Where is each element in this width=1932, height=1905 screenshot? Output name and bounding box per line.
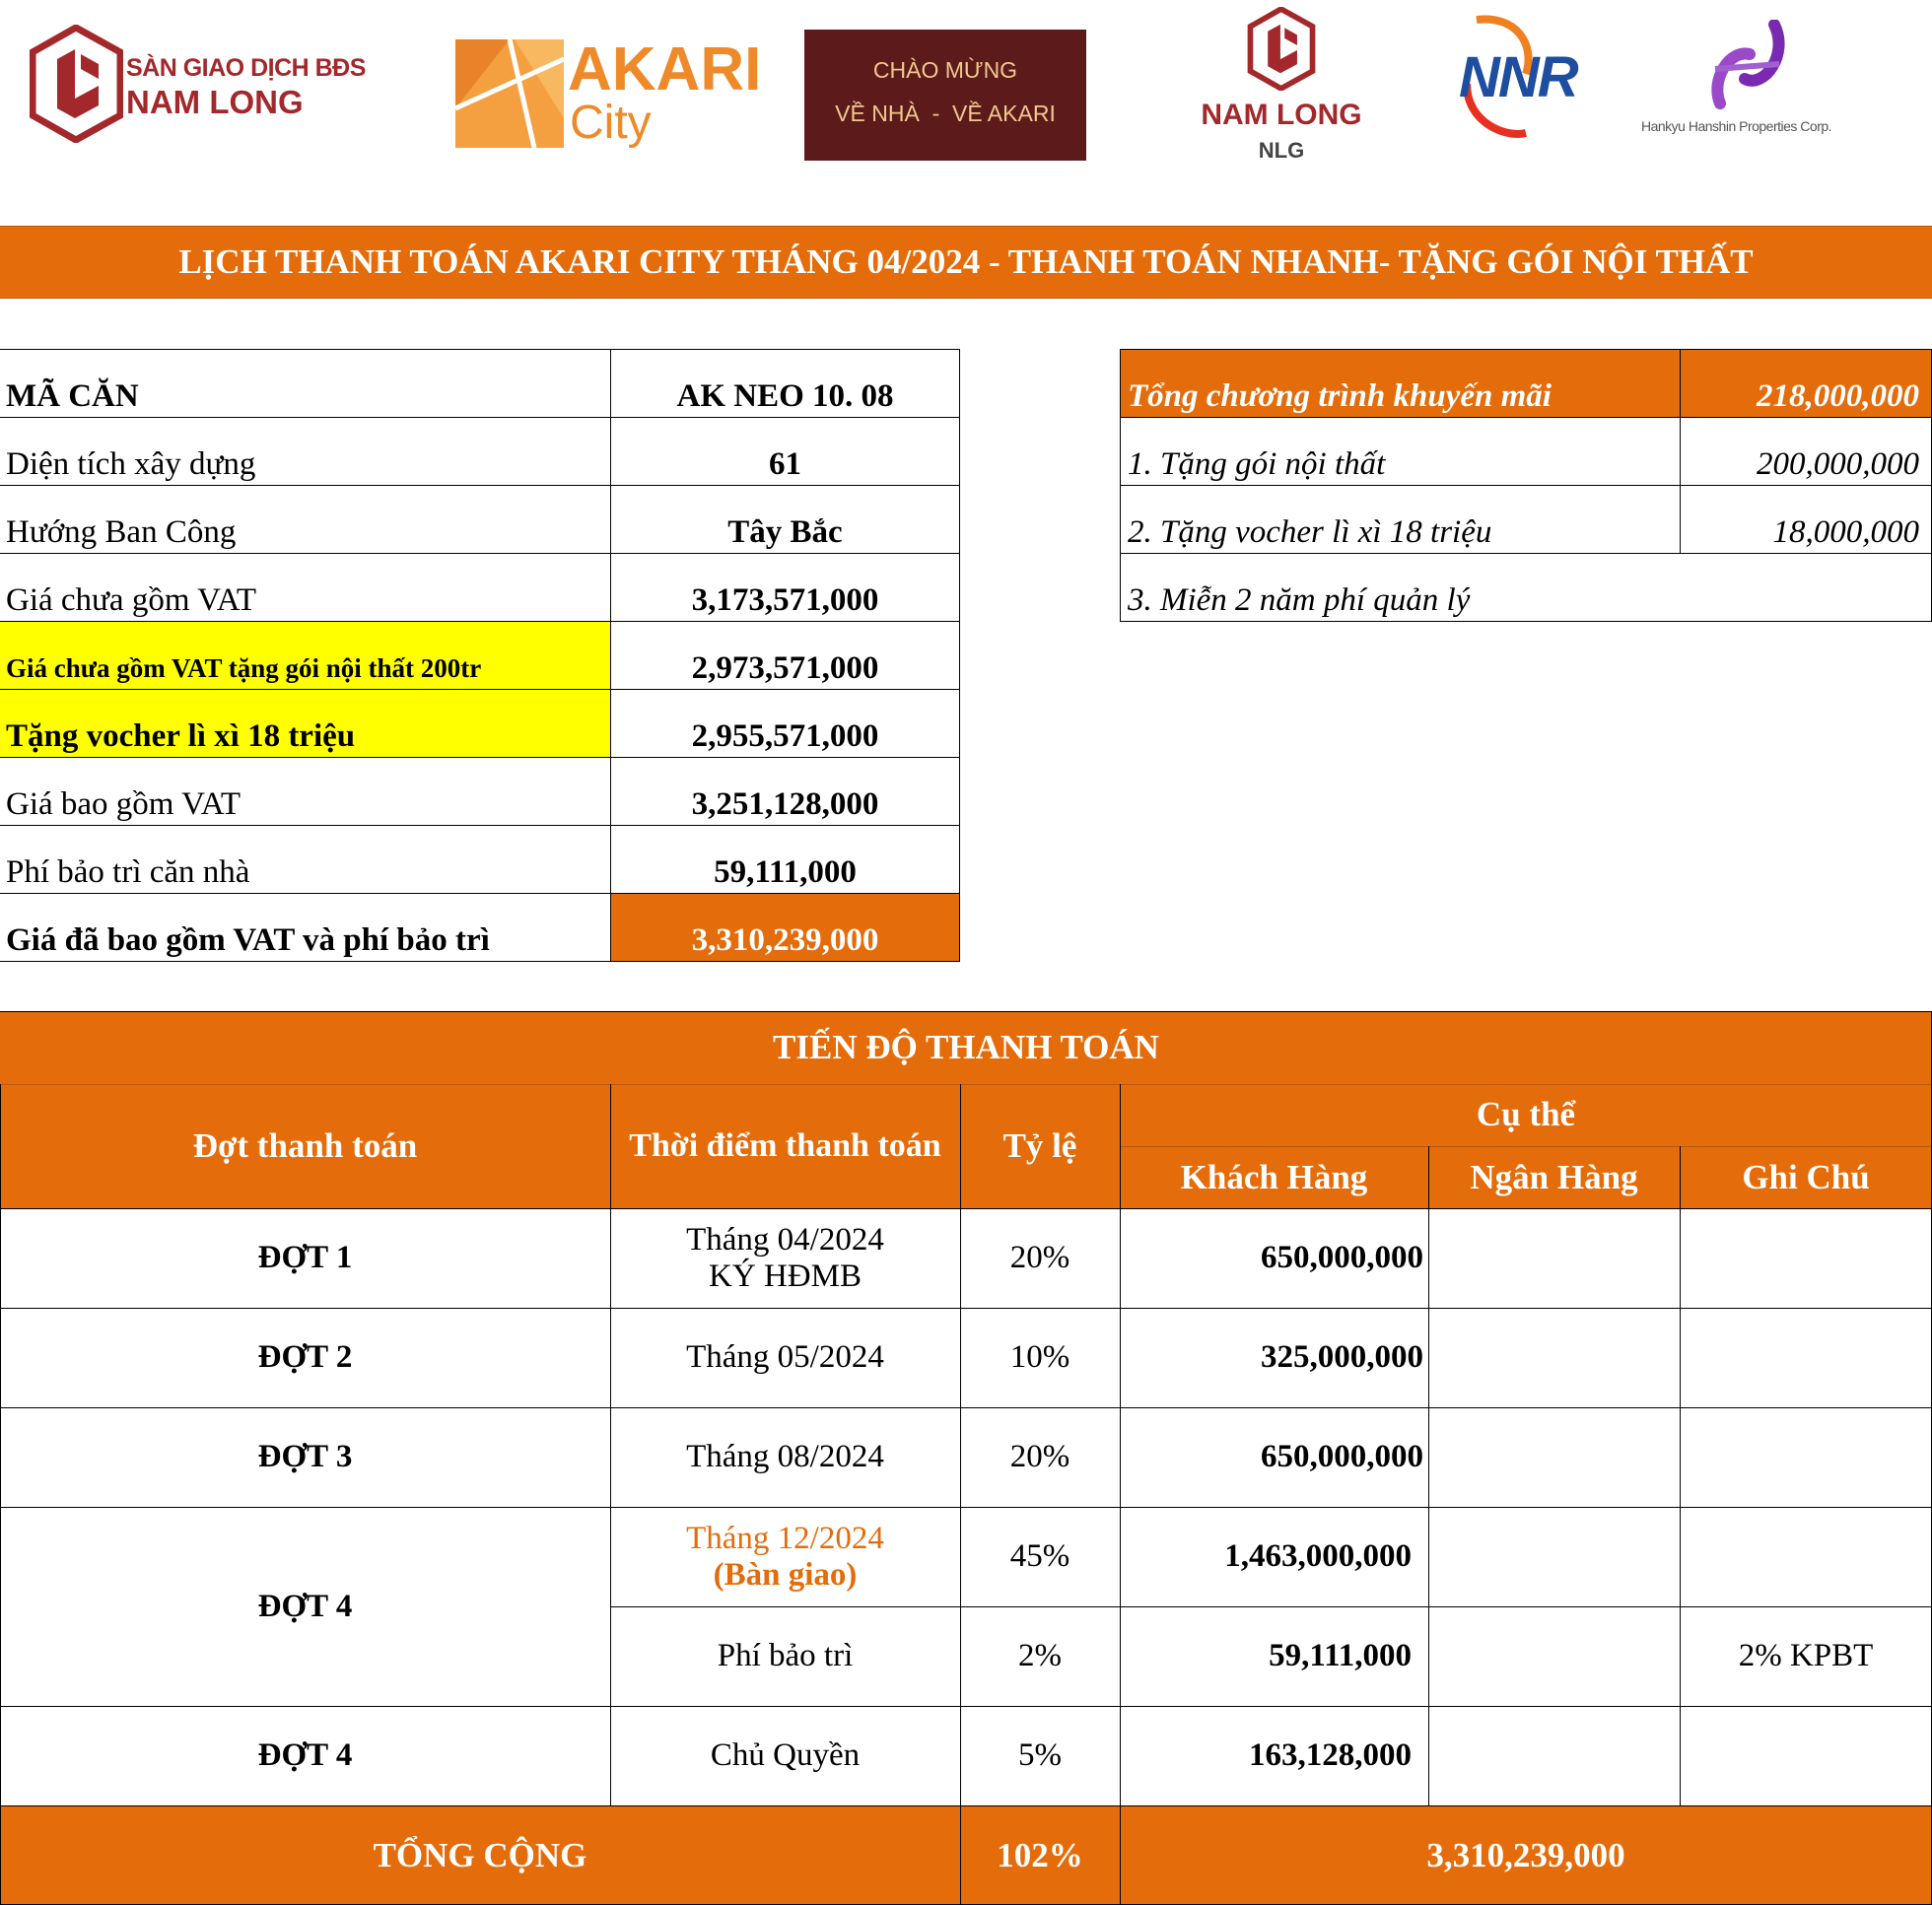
row5-rate: 2% [1018,1638,1062,1673]
row6-rate: 5% [1018,1737,1062,1773]
nlg-line2: NLG [1258,138,1305,163]
header-rate: Tỷ lệ [1002,1126,1077,1165]
logo-nam-long-nlg: NAM LONG NLG [1178,5,1385,163]
row1-customer: 650,000,000 [1261,1240,1423,1275]
row5-time: Phí bảo trì [717,1638,854,1673]
payment-schedule-table: TIẾN ĐỘ THANH TOÁN Đợt thanh toán Thời đ… [0,1011,1932,1905]
logo-nam-long-exchange: SÀN GIAO DỊCH BĐS NAM LONG [30,25,366,148]
promotion-table: Tổng chương trình khuyến mãi 218,000,000… [1120,349,1932,622]
total-amount: 3,310,239,000 [1426,1835,1625,1874]
row6-installment: ĐỢT 4 [257,1737,353,1773]
total-label: TỔNG CỘNG [373,1835,587,1874]
row6-time: Chủ Quyền [710,1737,861,1773]
page-title: LỊCH THANH TOÁN AKARI CITY THÁNG 04/2024… [178,242,1754,281]
row3-customer: 650,000,000 [1261,1439,1423,1474]
akari-line1: AKARI [568,35,762,103]
header-customer: Khách Hàng [1180,1158,1368,1196]
hankyu-text: Hankyu Hanshin Properties Corp. [1641,118,1832,134]
nnr-text: NNR [1459,45,1579,109]
header-note: Ghi Chú [1742,1158,1870,1196]
exchange-line1: SÀN GIAO DỊCH BĐS [126,54,366,82]
page-title-banner: LỊCH THANH TOÁN AKARI CITY THÁNG 04/2024… [0,226,1932,299]
nlg-line1: NAM LONG [1201,99,1362,131]
header-time: Thời điểm thanh toán [629,1127,941,1164]
welcome-line2: VỀ NHÀ - VỀ AKARI [835,101,1056,126]
row2-time: Tháng 05/2024 [686,1339,884,1375]
akari-logo-icon [455,39,564,148]
row3-time: Tháng 08/2024 [686,1439,884,1474]
header-installment: Đợt thanh toán [192,1126,418,1165]
header-bank: Ngân Hàng [1470,1158,1638,1196]
schedule-title-bar: TIẾN ĐỘ THANH TOÁN [0,1011,1932,1084]
row5-customer: 59,111,000 [1269,1638,1412,1673]
nam-long-emblem-icon [30,25,123,143]
welcome-banner: CHÀO MỪNG VỀ NHÀ - VỀ AKARI [804,30,1086,161]
row2-customer: 325,000,000 [1261,1339,1423,1375]
header-detail: Cụ thể [1476,1095,1576,1133]
logo-nnr: NNR [1457,15,1595,143]
row4-rate: 45% [1009,1538,1070,1574]
row4-customer: 1,463,000,000 [1224,1538,1412,1574]
row6-customer: 163,128,000 [1249,1737,1412,1773]
schedule-title: TIẾN ĐỘ THANH TOÁN [773,1028,1159,1066]
total-rate: 102% [997,1835,1083,1874]
row2-installment: ĐỢT 2 [257,1339,353,1375]
row1-installment: ĐỢT 1 [257,1240,353,1275]
welcome-line1: CHÀO MỪNG [872,57,1018,83]
row4-installment: ĐỢT 4 [257,1588,353,1624]
nam-long-nlg-emblem-icon [1247,7,1316,91]
row5-note: 2% KPBT [1738,1638,1874,1673]
row1-time-line1: Tháng 04/2024 [686,1221,884,1258]
akari-line2: City [570,97,652,149]
row1-rate: 20% [1009,1240,1070,1275]
row2-rate: 10% [1009,1339,1070,1375]
row3-installment: ĐỢT 3 [257,1439,353,1474]
row4-time-line2: (Bàn giao) [713,1556,858,1593]
hankyu-logo-icon [1711,20,1785,109]
unit-info-table: MÃ CĂN AK NEO 10. 08 Diện tích xây dựng … [0,349,960,962]
logo-akari-city: AKARI City [455,34,771,153]
row4-time-cell: Tháng 12/2024 (Bàn giao) [610,1507,960,1606]
logo-hankyu: Hankyu Hanshin Properties Corp. [1636,20,1863,148]
row3-rate: 20% [1009,1439,1070,1474]
row1-time-line2: KÝ HĐMB [709,1258,862,1294]
exchange-line2: NAM LONG [126,84,304,120]
row1-time-cell: Tháng 04/2024 KÝ HĐMB [610,1208,960,1308]
row4-time-line1: Tháng 12/2024 [686,1520,884,1556]
